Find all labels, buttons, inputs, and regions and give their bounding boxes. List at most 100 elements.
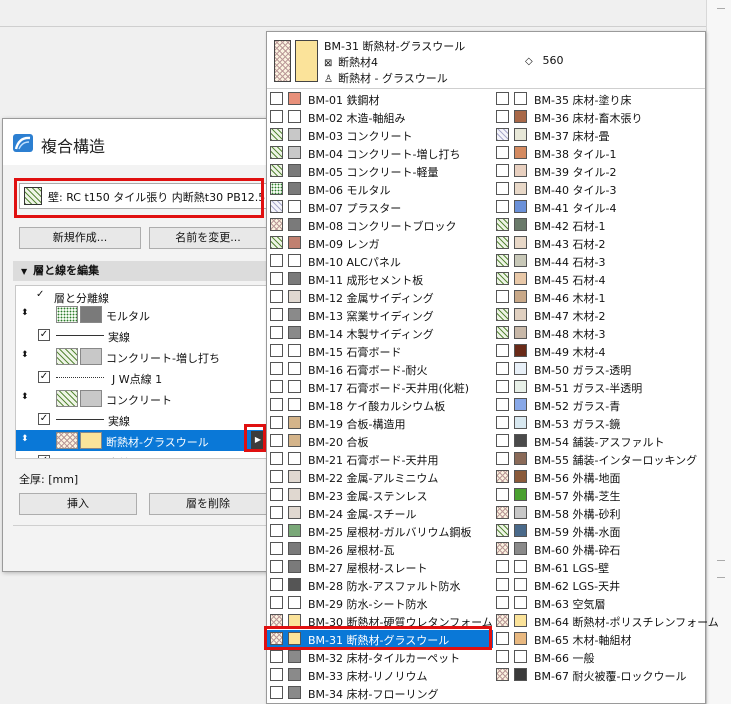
- material-item[interactable]: BM-53 ガラス-鏡: [493, 414, 705, 432]
- material-item[interactable]: BM-15 石膏ボード: [267, 342, 493, 360]
- delete-layer-button[interactable]: 層を削除: [149, 493, 267, 515]
- insert-layer-button[interactable]: 挿入: [19, 493, 137, 515]
- material-item[interactable]: BM-64 断熱材-ポリスチレンフォーム: [493, 612, 719, 630]
- material-item[interactable]: BM-16 石膏ボード-耐火: [267, 360, 493, 378]
- material-item[interactable]: BM-07 プラスター: [267, 198, 493, 216]
- material-item[interactable]: BM-60 外構-砕石: [493, 540, 705, 558]
- material-item[interactable]: BM-40 タイル-3: [493, 180, 705, 198]
- material-item[interactable]: BM-33 床材-リノリウム: [267, 666, 493, 684]
- material-item[interactable]: BM-01 鉄鋼材: [267, 90, 493, 108]
- material-item[interactable]: BM-21 石膏ボード-天井用: [267, 450, 493, 468]
- material-item[interactable]: BM-43 石材-2: [493, 234, 705, 252]
- line-row[interactable]: ✓ J W点線 1: [16, 367, 268, 388]
- material-color-swatch: [514, 308, 527, 321]
- material-item[interactable]: BM-65 木材-軸組材: [493, 630, 705, 648]
- material-item[interactable]: BM-06 モルタル: [267, 180, 493, 198]
- material-item[interactable]: BM-02 木造-軸組み: [267, 108, 493, 126]
- material-item[interactable]: BM-14 木製サイディング: [267, 324, 493, 342]
- material-item[interactable]: BM-50 ガラス-透明: [493, 360, 705, 378]
- material-item[interactable]: BM-45 石材-4: [493, 270, 705, 288]
- drag-handle-icon[interactable]: ⬍: [21, 350, 29, 360]
- drag-handle-icon[interactable]: ⬍: [21, 308, 29, 318]
- layer-row[interactable]: ⬍ モルタル: [16, 304, 268, 325]
- material-item[interactable]: BM-34 床材-フローリング: [267, 684, 493, 702]
- material-item[interactable]: BM-46 木材-1: [493, 288, 705, 306]
- material-item[interactable]: BM-25 屋根材-ガルバリウム鋼板: [267, 522, 493, 540]
- material-item[interactable]: BM-13 窯業サイディング: [267, 306, 493, 324]
- material-item[interactable]: BM-42 石材-1: [493, 216, 705, 234]
- material-item[interactable]: BM-19 合板-構造用: [267, 414, 493, 432]
- material-item[interactable]: BM-05 コンクリート-軽量: [267, 162, 493, 180]
- material-label: BM-10 ALCパネル: [308, 256, 401, 269]
- layer-row-selected[interactable]: ⬍ 断熱材-グラスウール: [16, 430, 268, 451]
- collapse-triangle-icon[interactable]: ▼: [21, 262, 27, 282]
- rename-button[interactable]: 名前を変更...: [149, 227, 267, 249]
- material-label: BM-13 窯業サイディング: [308, 310, 434, 323]
- material-item[interactable]: BM-37 床材-畳: [493, 126, 705, 144]
- material-item[interactable]: BM-44 石材-3: [493, 252, 705, 270]
- material-item[interactable]: BM-24 金属-スチール: [267, 504, 493, 522]
- line-row[interactable]: ✓ 実線: [16, 451, 268, 458]
- layer-row[interactable]: ⬍ コンクリート: [16, 388, 268, 409]
- material-item[interactable]: BM-55 舗装-インターロッキング: [493, 450, 705, 468]
- material-item[interactable]: BM-39 タイル-2: [493, 162, 705, 180]
- structure-name-field[interactable]: 壁: RC t150 タイル張り 内断熱t30 PB12.5: [19, 183, 267, 209]
- material-item[interactable]: BM-08 コンクリートブロック: [267, 216, 493, 234]
- material-item[interactable]: BM-11 成形セメント板: [267, 270, 493, 288]
- material-hatch-swatch: [496, 290, 509, 303]
- material-item[interactable]: BM-23 金属-ステンレス: [267, 486, 493, 504]
- material-item-selected[interactable]: BM-31 断熱材-グラスウール: [267, 630, 493, 648]
- material-item[interactable]: BM-63 空気層: [493, 594, 705, 612]
- layer-row[interactable]: ⬍ コンクリート-増し打ち: [16, 346, 268, 367]
- material-item[interactable]: BM-41 タイル-4: [493, 198, 705, 216]
- material-item[interactable]: BM-57 外構-芝生: [493, 486, 705, 504]
- material-item[interactable]: BM-35 床材-塗り床: [493, 90, 705, 108]
- material-item[interactable]: BM-29 防水-シート防水: [267, 594, 493, 612]
- material-item[interactable]: BM-62 LGS-天井: [493, 576, 705, 594]
- new-structure-button[interactable]: 新規作成...: [19, 227, 141, 249]
- material-popup-arrow-button[interactable]: ▶: [251, 431, 265, 449]
- material-item[interactable]: BM-17 石膏ボード-天井用(化粧): [267, 378, 493, 396]
- material-item[interactable]: BM-54 舗装-アスファルト: [493, 432, 705, 450]
- drag-handle-icon[interactable]: ⬍: [21, 434, 29, 444]
- material-color-swatch: [288, 434, 301, 447]
- material-item[interactable]: BM-49 木材-4: [493, 342, 705, 360]
- material-item[interactable]: BM-38 タイル-1: [493, 144, 705, 162]
- material-item[interactable]: BM-66 一般: [493, 648, 705, 666]
- material-item[interactable]: BM-12 金属サイディング: [267, 288, 493, 306]
- material-item[interactable]: BM-04 コンクリート-増し打ち: [267, 144, 493, 162]
- edit-layers-section-header[interactable]: ▼ 層と線を編集: [13, 261, 269, 281]
- material-item[interactable]: BM-03 コンクリート: [267, 126, 493, 144]
- line-row[interactable]: ✓ 実線: [16, 325, 268, 346]
- material-item[interactable]: BM-20 合板: [267, 432, 493, 450]
- material-item[interactable]: BM-09 レンガ: [267, 234, 493, 252]
- material-item[interactable]: BM-30 断熱材-硬質ウレタンフォーム: [267, 612, 493, 630]
- material-item[interactable]: BM-36 床材-畜木張り: [493, 108, 705, 126]
- drag-handle-icon[interactable]: ⬍: [21, 392, 29, 402]
- line-checkbox[interactable]: ✓: [38, 455, 50, 458]
- material-item[interactable]: BM-10 ALCパネル: [267, 252, 493, 270]
- line-checkbox[interactable]: ✓: [38, 371, 50, 383]
- material-item[interactable]: BM-18 ケイ酸カルシウム板: [267, 396, 493, 414]
- material-label: BM-36 床材-畜木張り: [534, 112, 643, 125]
- material-item[interactable]: BM-59 外構-水面: [493, 522, 705, 540]
- material-item[interactable]: BM-58 外構-砂利: [493, 504, 705, 522]
- material-item[interactable]: BM-32 床材-タイルカーペット: [267, 648, 493, 666]
- line-row[interactable]: ✓ 実線: [16, 409, 268, 430]
- material-label: BM-31 断熱材-グラスウール: [308, 634, 450, 647]
- material-item[interactable]: BM-27 屋根材-スレート: [267, 558, 493, 576]
- material-color-swatch: [288, 344, 301, 357]
- line-checkbox[interactable]: ✓: [38, 329, 50, 341]
- line-checkbox[interactable]: ✓: [38, 413, 50, 425]
- material-item[interactable]: BM-61 LGS-壁: [493, 558, 705, 576]
- material-item[interactable]: BM-52 ガラス-青: [493, 396, 705, 414]
- material-item[interactable]: BM-26 屋根材-瓦: [267, 540, 493, 558]
- material-item[interactable]: BM-56 外構-地面: [493, 468, 705, 486]
- material-item[interactable]: BM-51 ガラス-半透明: [493, 378, 705, 396]
- material-item[interactable]: BM-28 防水-アスファルト防水: [267, 576, 493, 594]
- material-item[interactable]: BM-22 金属-アルミニウム: [267, 468, 493, 486]
- material-item[interactable]: BM-67 耐火被覆-ロックウール: [493, 666, 705, 684]
- material-item[interactable]: BM-47 木材-2: [493, 306, 705, 324]
- material-hatch-swatch: [496, 308, 509, 321]
- material-item[interactable]: BM-48 木材-3: [493, 324, 705, 342]
